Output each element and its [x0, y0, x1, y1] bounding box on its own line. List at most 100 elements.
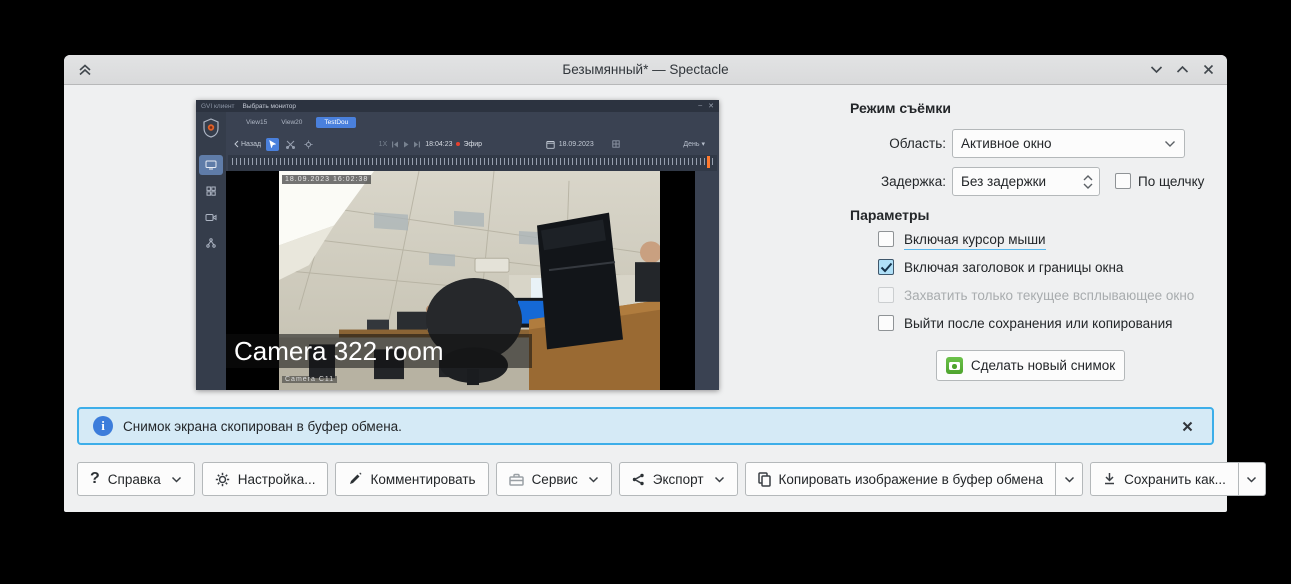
include-pointer-checkbox[interactable] — [878, 231, 894, 247]
copy-dropdown-button[interactable] — [1056, 462, 1084, 496]
preview-timeline-ruler — [228, 155, 717, 171]
titlebar: Безымянный* — Spectacle — [64, 55, 1227, 85]
close-icon — [1203, 64, 1213, 75]
spin-up-icon — [1083, 174, 1093, 180]
preview-time: 18:04:23 — [425, 140, 453, 148]
skip-forward-icon — [414, 141, 421, 147]
tools-label: Сервис — [531, 471, 578, 487]
info-message-bar: i Снимок экрана скопирован в буфер обмен… — [77, 407, 1214, 445]
preview-tabs: View15 View20 TestDou — [226, 112, 719, 133]
screenshot-preview: GVI клиент Выбрать монитор – ✕ View15 Vi… — [196, 100, 719, 390]
on-click-checkbox[interactable] — [1115, 173, 1131, 189]
take-new-screenshot-label: Сделать новый снимок — [970, 358, 1116, 373]
preview-tab-testdou: TestDou — [316, 117, 357, 128]
close-icon — [1182, 421, 1192, 431]
gear-icon — [215, 472, 230, 487]
preview-app-titlebar: GVI клиент Выбрать монитор – ✕ — [196, 100, 719, 112]
pencil-icon — [348, 472, 362, 486]
camera-timestamp-overlay: 18.09.2023 16:02:38 — [282, 175, 372, 184]
delay-spinbox[interactable]: Без задержки — [952, 167, 1100, 196]
on-click-label: По щелчку — [1138, 174, 1205, 189]
help-label: Справка — [107, 471, 161, 487]
chevron-down-icon — [1246, 476, 1257, 483]
preview-live-indicator: Эфир — [456, 141, 482, 148]
configure-label: Настройка... — [237, 471, 316, 487]
include-pointer-label: Включая курсор мыши — [904, 232, 1046, 250]
preview-video-right-bar — [695, 171, 719, 390]
preview-date: 18.09.2023 — [558, 140, 594, 148]
spin-down-icon — [1083, 183, 1093, 189]
chevron-down-icon — [588, 476, 599, 483]
sidebar-grid-icon — [199, 181, 223, 201]
preview-date-group: 18.09.2023 — [546, 140, 620, 149]
preview-tab-view15: View15 — [246, 119, 268, 126]
chevron-down-icon — [1064, 476, 1075, 483]
maximize-button[interactable] — [1169, 57, 1195, 83]
chevron-down-icon — [1150, 66, 1162, 74]
minimize-button[interactable] — [1143, 57, 1169, 83]
copy-icon — [757, 471, 771, 487]
check-icon — [880, 262, 893, 273]
panel-grid-icon — [612, 140, 620, 148]
chevron-down-icon — [171, 476, 182, 483]
share-icon — [632, 473, 645, 486]
preview-app-name: GVI клиент — [201, 102, 235, 110]
spectacle-camera-icon — [945, 357, 963, 374]
preview-window-title: Выбрать монитор — [242, 102, 296, 110]
preview-sidebar — [196, 112, 226, 390]
preview-toolbar: Назад 1X 18:04:23 Эфир 18.09.2023 День ▾ — [226, 133, 719, 155]
delay-label: Задержка: — [880, 174, 946, 189]
preview-minimize-icon: – — [698, 102, 703, 109]
info-close-button[interactable] — [1176, 415, 1198, 437]
preview-tab-view20: View20 — [281, 119, 303, 126]
options-title: Параметры — [850, 207, 930, 223]
question-mark-icon: ? — [90, 470, 100, 487]
take-new-screenshot-button[interactable]: Сделать новый снимок — [936, 350, 1125, 381]
close-button[interactable] — [1195, 57, 1221, 83]
quit-after-save-checkbox[interactable] — [878, 315, 894, 331]
annotate-label: Комментировать — [370, 471, 476, 487]
calendar-icon — [546, 140, 555, 149]
preview-gear-icon — [302, 138, 315, 151]
preview-cursor-tool-icon — [266, 137, 280, 151]
spinner-arrows[interactable] — [1083, 174, 1093, 189]
camera-osd-label: Camera C11 — [282, 376, 338, 383]
capture-popup-checkbox — [878, 287, 894, 303]
delay-value: Без задержки — [961, 174, 1047, 189]
bottom-toolbar: ? Справка Настройка... Комментировать Се… — [77, 462, 1266, 496]
chevron-down-icon — [714, 476, 725, 483]
capture-popup-label: Захватить только текущее всплывающее окн… — [904, 288, 1195, 303]
include-titlebar-checkbox[interactable] — [878, 259, 894, 275]
preview-window-buttons: – ✕ — [698, 102, 714, 110]
info-icon: i — [93, 416, 113, 436]
area-value: Активное окно — [961, 136, 1052, 151]
preview-transport-controls: 1X 18:04:23 Эфир — [379, 141, 482, 148]
export-button[interactable]: Экспорт — [618, 462, 738, 496]
preview-back-button: Назад — [234, 140, 261, 148]
save-as-label: Сохранить как... — [1124, 471, 1226, 487]
tools-button[interactable]: Сервис — [495, 462, 612, 496]
annotate-button[interactable]: Комментировать — [335, 462, 489, 496]
window-title: Безымянный* — Spectacle — [562, 62, 729, 77]
help-button[interactable]: ? Справка — [77, 462, 195, 496]
skip-back-icon — [392, 141, 399, 147]
save-dropdown-button[interactable] — [1238, 462, 1266, 496]
capture-mode-title: Режим съёмки — [850, 100, 951, 116]
shield-logo-icon — [203, 118, 219, 138]
area-combobox[interactable]: Активное окно — [952, 129, 1185, 158]
copy-to-clipboard-button[interactable]: Копировать изображение в буфер обмена — [744, 462, 1057, 496]
include-titlebar-label: Включая заголовок и границы окна — [904, 260, 1124, 275]
save-download-icon — [1103, 472, 1116, 486]
area-label: Область: — [889, 136, 946, 151]
toolbox-icon — [508, 473, 524, 486]
configure-button[interactable]: Настройка... — [201, 462, 329, 496]
spectacle-window: Безымянный* — Spectacle GVI клиент Выбра… — [64, 55, 1266, 512]
chevron-up-icon — [1176, 65, 1188, 73]
save-as-button[interactable]: Сохранить как... — [1090, 462, 1239, 496]
quit-after-save-label: Выйти после сохранения или копирования — [904, 316, 1173, 331]
chevron-down-icon — [1164, 140, 1176, 148]
timeline-ticks — [232, 158, 713, 165]
info-message-text: Снимок экрана скопирован в буфер обмена. — [123, 418, 402, 434]
play-icon — [404, 141, 409, 147]
live-dot-icon — [456, 142, 461, 146]
